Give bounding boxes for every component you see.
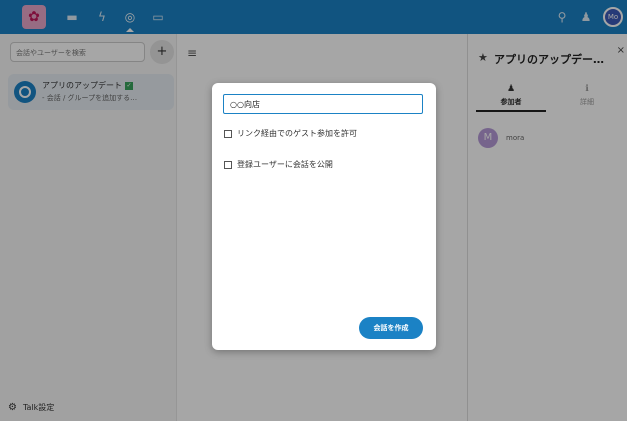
- checkbox-icon: [224, 129, 232, 138]
- create-conversation-button[interactable]: 会話を作成: [359, 317, 423, 339]
- checkbox-icon: [224, 160, 232, 169]
- conversation-name-input[interactable]: ○○向店: [223, 94, 423, 114]
- open-to-users-checkbox[interactable]: 登録ユーザーに会話を公開: [224, 159, 333, 170]
- guest-access-checkbox[interactable]: リンク経由でのゲスト参加を許可: [224, 128, 357, 139]
- create-conversation-dialog: ○○向店 リンク経由でのゲスト参加を許可 登録ユーザーに会話を公開 会話を作成: [212, 83, 436, 350]
